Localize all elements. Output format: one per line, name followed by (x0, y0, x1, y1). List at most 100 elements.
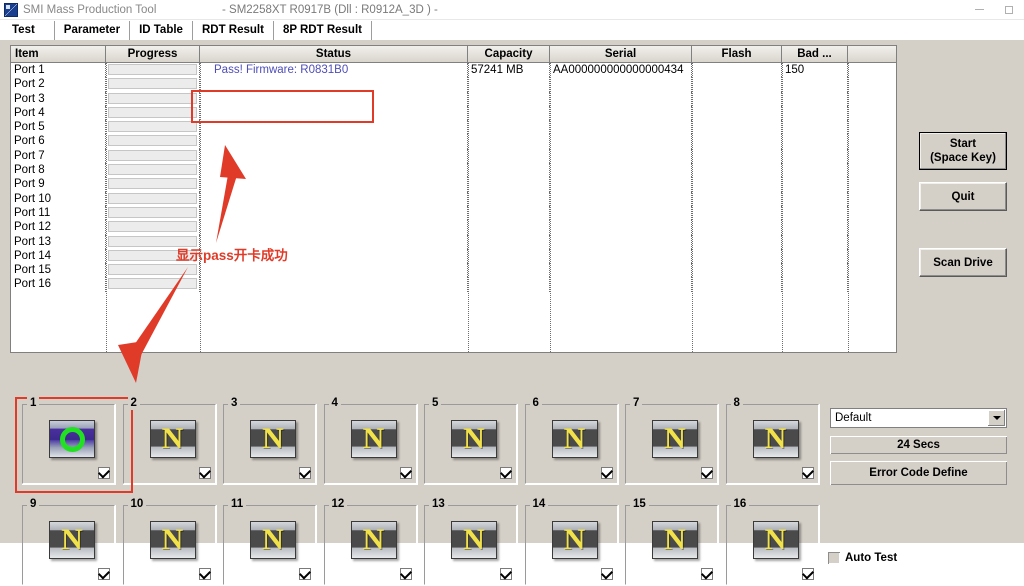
table-row[interactable]: Port 15 (11, 263, 896, 278)
device-slot-checkbox[interactable] (801, 566, 814, 580)
preset-select[interactable]: Default (830, 408, 1007, 428)
device-slot-number: 9 (27, 498, 40, 511)
cell-capacity (468, 191, 550, 206)
device-slot-number: 13 (429, 498, 448, 511)
tab-test[interactable]: Test (2, 21, 55, 40)
device-slot-checkbox[interactable] (97, 566, 111, 580)
cell-serial (550, 77, 692, 92)
column-header-blank[interactable] (848, 46, 896, 62)
device-slot-checkbox[interactable] (499, 465, 513, 479)
device-slot[interactable]: 8N (725, 397, 820, 485)
scan-drive-button[interactable]: Scan Drive (919, 248, 1007, 277)
cell-blank (848, 263, 896, 277)
cell-bad (782, 277, 848, 292)
column-header-capacity[interactable]: Capacity (468, 46, 550, 62)
device-slot[interactable]: 5N (424, 397, 518, 485)
device-slot-checkbox[interactable] (298, 566, 312, 580)
chevron-down-icon[interactable] (988, 410, 1005, 426)
table-row[interactable]: Port 7 (11, 148, 896, 164)
not-ready-letter-icon: N (61, 522, 83, 556)
drive-idle-icon: N (752, 521, 799, 559)
auto-test-checkbox[interactable]: Auto Test (828, 552, 897, 564)
cell-blank (848, 134, 896, 148)
table-row[interactable]: Port 14 (11, 248, 896, 264)
tab-parameter[interactable]: Parameter (53, 21, 131, 40)
table-row[interactable]: Port 3 (11, 91, 896, 106)
device-slot[interactable]: 2N (122, 397, 217, 485)
tab-8p-rdt-result[interactable]: 8P RDT Result (272, 21, 372, 40)
column-header-serial[interactable]: Serial (550, 46, 692, 62)
tab-id-table[interactable]: ID Table (129, 21, 193, 40)
device-slot[interactable]: 9N (22, 498, 116, 586)
device-slot-checkbox[interactable] (600, 566, 613, 580)
cell-capacity (468, 120, 550, 135)
not-ready-letter-icon: N (463, 421, 485, 455)
table-row[interactable]: Port 12 (11, 220, 896, 235)
cell-flash (692, 191, 782, 206)
cell-bad (782, 134, 848, 149)
table-row[interactable]: Port 13 (11, 234, 896, 249)
device-slot[interactable]: 12 N (323, 498, 418, 586)
tab-rdt-result[interactable]: RDT Result (191, 21, 274, 40)
column-header-item[interactable]: Item (11, 46, 106, 62)
quit-button[interactable]: Quit (919, 182, 1007, 211)
device-slot-checkbox[interactable] (298, 465, 312, 479)
device-slot[interactable]: 4N (323, 397, 418, 485)
cell-serial (550, 277, 692, 292)
device-slot-number: 5 (429, 397, 442, 410)
device-slot-checkbox[interactable] (97, 465, 111, 479)
progress-bar-track (108, 64, 197, 75)
device-slot-checkbox[interactable] (198, 566, 211, 580)
device-slot-checkbox[interactable] (198, 465, 211, 479)
column-header-progress[interactable]: Progress (106, 46, 200, 62)
device-slot[interactable]: 7N (625, 397, 719, 485)
column-header-flash[interactable]: Flash (692, 46, 782, 62)
device-slot-checkbox[interactable] (700, 566, 714, 580)
table-row[interactable]: Port 6 (11, 134, 896, 149)
error-code-define-button[interactable]: Error Code Define (830, 461, 1007, 485)
elapsed-time-display: 24 Secs (830, 436, 1007, 454)
device-slot[interactable]: 16 N (725, 498, 820, 586)
device-slot[interactable]: 13 N (424, 498, 518, 586)
device-slot-checkbox[interactable] (700, 465, 714, 479)
table-row[interactable]: Port 16 (11, 277, 896, 292)
device-slot-checkbox[interactable] (600, 465, 613, 479)
start-button[interactable]: Start (Space Key) (919, 132, 1007, 170)
column-header-bad-[interactable]: Bad ... (782, 46, 848, 62)
device-slot[interactable]: 3N (223, 397, 317, 485)
cell-bad: 150 (782, 63, 848, 78)
table-row[interactable]: Port 10 (11, 191, 896, 206)
device-slot[interactable]: 6N (524, 397, 619, 485)
maximize-icon[interactable] (994, 0, 1024, 19)
cell-item: Port 11 (11, 205, 106, 221)
column-header-status[interactable]: Status (200, 46, 468, 62)
table-row[interactable]: Port 8 (11, 163, 896, 178)
preset-select-value: Default (835, 412, 872, 424)
cell-blank (848, 177, 896, 191)
device-slot[interactable]: 15 N (625, 498, 719, 586)
not-ready-letter-icon: N (463, 522, 485, 556)
table-row[interactable]: Port 4 (11, 105, 896, 121)
table-row[interactable]: Port 9 (11, 177, 896, 192)
table-row[interactable]: Port 1 Pass! Firmware: R0831B0 57241 MB AA0… (11, 63, 896, 78)
device-slot-checkbox[interactable] (801, 465, 814, 479)
check-icon (499, 566, 513, 580)
table-row[interactable]: Port 5 (11, 120, 896, 135)
device-slot[interactable]: 11 N (223, 498, 317, 586)
minimize-icon[interactable] (964, 0, 994, 19)
device-slot[interactable]: 10 N (122, 498, 217, 586)
cell-flash (692, 205, 782, 221)
device-slot-checkbox[interactable] (399, 465, 412, 479)
device-slot[interactable]: 14 N (524, 498, 619, 586)
table-row[interactable]: Port 11 (11, 205, 896, 221)
device-slot-number: 2 (127, 397, 140, 410)
table-row[interactable]: Port 2 (11, 77, 896, 92)
progress-bar-track (108, 206, 197, 218)
auto-test-checkbox-box[interactable] (828, 552, 840, 564)
device-slot-checkbox[interactable] (499, 566, 513, 580)
port-results-table: Item Progress Status Capacity Serial Flash Bad… (10, 45, 897, 353)
device-slot[interactable]: 1 (22, 397, 116, 485)
cell-status (200, 205, 468, 221)
cell-serial: AA000000000000000434 (550, 63, 692, 78)
device-slot-checkbox[interactable] (399, 566, 412, 580)
